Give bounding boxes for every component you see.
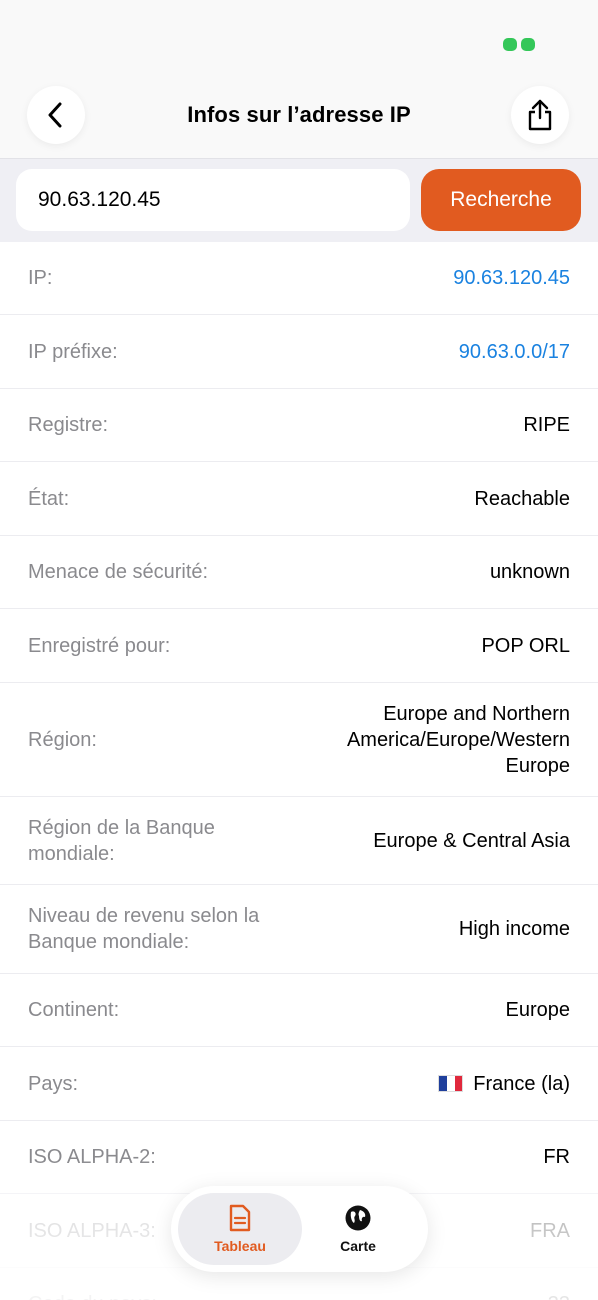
row-value: Europe and Northern America/Europe/Weste… [346,702,570,777]
row-value-link[interactable]: 90.63.120.45 [453,265,570,291]
ip-search-input[interactable] [16,169,410,231]
table-row: Région: Europe and Northern America/Euro… [0,683,598,797]
france-flag-icon [438,1074,464,1092]
share-button[interactable] [511,86,569,144]
row-label: Niveau de revenu selon la Banque mondial… [28,905,260,953]
search-bar: Recherche [0,159,598,242]
row-value-link[interactable]: 90.63.0.0/17 [459,339,570,365]
search-button[interactable]: Recherche [421,169,581,231]
tab-tableau[interactable]: Tableau [178,1193,302,1265]
tab-label: Tableau [214,1238,266,1254]
row-value: 33 [548,1291,570,1300]
table-row: Menace de sécurité: unknown [0,536,598,609]
table-row: IP: 90.63.120.45 [0,242,598,315]
row-label: Continent: [28,999,120,1021]
row-value: High income [458,918,570,940]
row-label: ISO ALPHA-2: [28,1146,156,1168]
row-value: Reachable [474,487,570,510]
row-value: unknown [489,561,570,583]
table-row: Continent: Europe [0,974,598,1047]
row-label: ISO ALPHA-3: [28,1219,156,1242]
page-title: Infos sur l’adresse IP [187,102,411,127]
share-icon [528,99,552,131]
row-value: France (la) [438,1071,570,1097]
row-label: IP préfixe: [28,340,118,363]
row-label: Région de la Banque mondiale: [28,816,215,865]
status-bar [0,0,598,80]
table-row: Registre: RIPE [0,389,598,462]
row-label: Pays: [28,1072,79,1095]
table-row: Niveau de revenu selon la Banque mondial… [0,885,598,974]
ip-info-table: IP: 90.63.120.45 IP préfixe: 90.63.0.0/1… [0,242,598,1300]
tab-bar: Tableau Carte [171,1186,428,1272]
row-value: RIPE [523,414,570,436]
status-indicator-icon [503,38,537,51]
row-label: Menace de sécurité: [28,561,209,583]
row-value: FR [543,1146,570,1168]
navigation-bar: Infos sur l’adresse IP [0,70,598,159]
row-label: Enregistré pour: [28,634,171,657]
table-row: État: Reachable [0,462,598,536]
table-row: Pays: France (la) [0,1047,598,1121]
row-value: Europe [505,999,571,1021]
row-label: IP: [28,267,53,289]
row-label: Région: [28,728,97,751]
globe-icon [345,1205,371,1231]
row-label: Code du pays: [28,1291,157,1300]
row-label: État: [28,487,70,510]
tab-label: Carte [340,1238,376,1254]
table-row: IP préfixe: 90.63.0.0/17 [0,315,598,389]
table-row: Code du pays: 33 [0,1268,598,1300]
row-label: Registre: [28,414,109,436]
table-row: Région de la Banque mondiale: Europe & C… [0,797,598,885]
row-value: POP ORL [481,634,570,657]
tab-carte[interactable]: Carte [296,1193,420,1265]
table-row: ISO ALPHA-2: FR [0,1121,598,1194]
row-value: Europe & Central Asia [373,829,570,852]
document-icon [229,1204,251,1232]
table-row: Enregistré pour: POP ORL [0,609,598,683]
country-name: France (la) [473,1072,570,1095]
row-value: FRA [530,1219,570,1242]
